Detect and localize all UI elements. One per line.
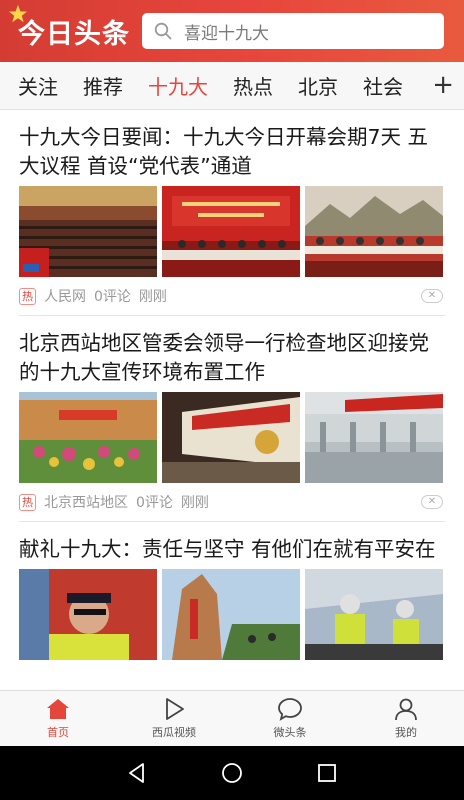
article-comments: 0评论	[94, 289, 131, 305]
chat-bubble-icon	[278, 698, 302, 721]
tab-19th-congress[interactable]: 十九大	[148, 71, 208, 100]
home-circle-icon[interactable]	[220, 761, 244, 785]
nav-label: 西瓜视频	[152, 726, 196, 739]
article-time: 刚刚	[180, 495, 209, 511]
hot-badge: 热	[19, 493, 36, 511]
article-title[interactable]: 献礼十九大：责任与坚守 有他们在就有平安在	[19, 535, 445, 564]
hot-badge: 热	[19, 287, 36, 305]
search-placeholder: 喜迎十九大	[184, 23, 269, 44]
article-title[interactable]: 十九大今日要闻：十九大今日开幕会期7天 五大议程 首设“党代表”通道	[19, 123, 445, 181]
tab-society[interactable]: 社会	[363, 71, 403, 100]
article-images	[19, 392, 445, 483]
system-nav-bar	[0, 746, 464, 800]
article-comments: 0评论	[136, 495, 173, 511]
dislike-close-icon[interactable]: ✕	[421, 289, 443, 303]
article-time: 刚刚	[138, 289, 167, 305]
search-icon	[154, 22, 172, 40]
article-image[interactable]	[19, 569, 157, 660]
bottom-nav: 首页 西瓜视频 微头条 我的	[0, 690, 464, 746]
search-box[interactable]: 喜迎十九大	[142, 13, 444, 49]
person-icon	[395, 698, 417, 721]
article-images	[19, 186, 445, 277]
article-image[interactable]	[19, 186, 157, 277]
app-logo[interactable]: 今日头条	[9, 4, 129, 51]
article-image[interactable]	[162, 392, 300, 483]
article-image[interactable]	[162, 186, 300, 277]
nav-home[interactable]: 首页	[0, 691, 116, 746]
top-header: 今日头条 喜迎十九大	[0, 0, 464, 62]
article-title[interactable]: 北京西站地区管委会领导一行检查地区迎接党的十九大宣传环境布置工作	[19, 329, 445, 387]
article-item[interactable]: 献礼十九大：责任与坚守 有他们在就有平安在	[0, 522, 464, 660]
article-source[interactable]: 人民网	[44, 286, 86, 306]
nav-xigua-video[interactable]: 西瓜视频	[116, 691, 232, 746]
tab-recommend[interactable]: 推荐	[83, 71, 123, 100]
article-meta: 热 北京西站地区 0评论 刚刚 ✕	[19, 483, 445, 521]
article-images	[19, 569, 445, 660]
news-feed: 十九大今日要闻：十九大今日开幕会期7天 五大议程 首设“党代表”通道 热 人民网…	[0, 110, 464, 690]
article-image[interactable]	[305, 569, 443, 660]
app-root: 今日头条 喜迎十九大 关注 推荐 十九大 热点 北京 社会 + 十九大今日要闻：…	[0, 0, 464, 800]
article-image[interactable]	[162, 569, 300, 660]
recent-apps-icon[interactable]	[315, 761, 339, 785]
channel-tabs: 关注 推荐 十九大 热点 北京 社会 +	[0, 62, 464, 110]
tab-hot[interactable]: 热点	[233, 71, 273, 100]
article-item[interactable]: 十九大今日要闻：十九大今日开幕会期7天 五大议程 首设“党代表”通道 热 人民网…	[0, 110, 464, 315]
nav-profile[interactable]: 我的	[348, 691, 464, 746]
home-icon	[47, 699, 69, 719]
article-source[interactable]: 北京西站地区	[44, 492, 128, 512]
article-image[interactable]	[305, 392, 443, 483]
article-image[interactable]	[305, 186, 443, 277]
article-meta: 热 人民网 0评论 刚刚 ✕	[19, 277, 445, 315]
play-icon	[166, 698, 184, 720]
back-icon[interactable]	[125, 761, 149, 785]
star-icon	[9, 4, 27, 22]
article-image[interactable]	[19, 392, 157, 483]
nav-label: 我的	[395, 726, 417, 739]
nav-label: 微头条	[273, 726, 307, 739]
nav-label: 首页	[47, 726, 69, 739]
nav-weitoutiao[interactable]: 微头条	[232, 691, 348, 746]
tab-beijing[interactable]: 北京	[298, 71, 338, 100]
dislike-close-icon[interactable]: ✕	[421, 495, 443, 509]
article-item[interactable]: 北京西站地区管委会领导一行检查地区迎接党的十九大宣传环境布置工作 热 北京西站地…	[0, 316, 464, 521]
tab-follow[interactable]: 关注	[18, 71, 58, 100]
add-channel-button[interactable]: +	[418, 70, 454, 102]
logo-text: 今日头条	[18, 18, 130, 50]
